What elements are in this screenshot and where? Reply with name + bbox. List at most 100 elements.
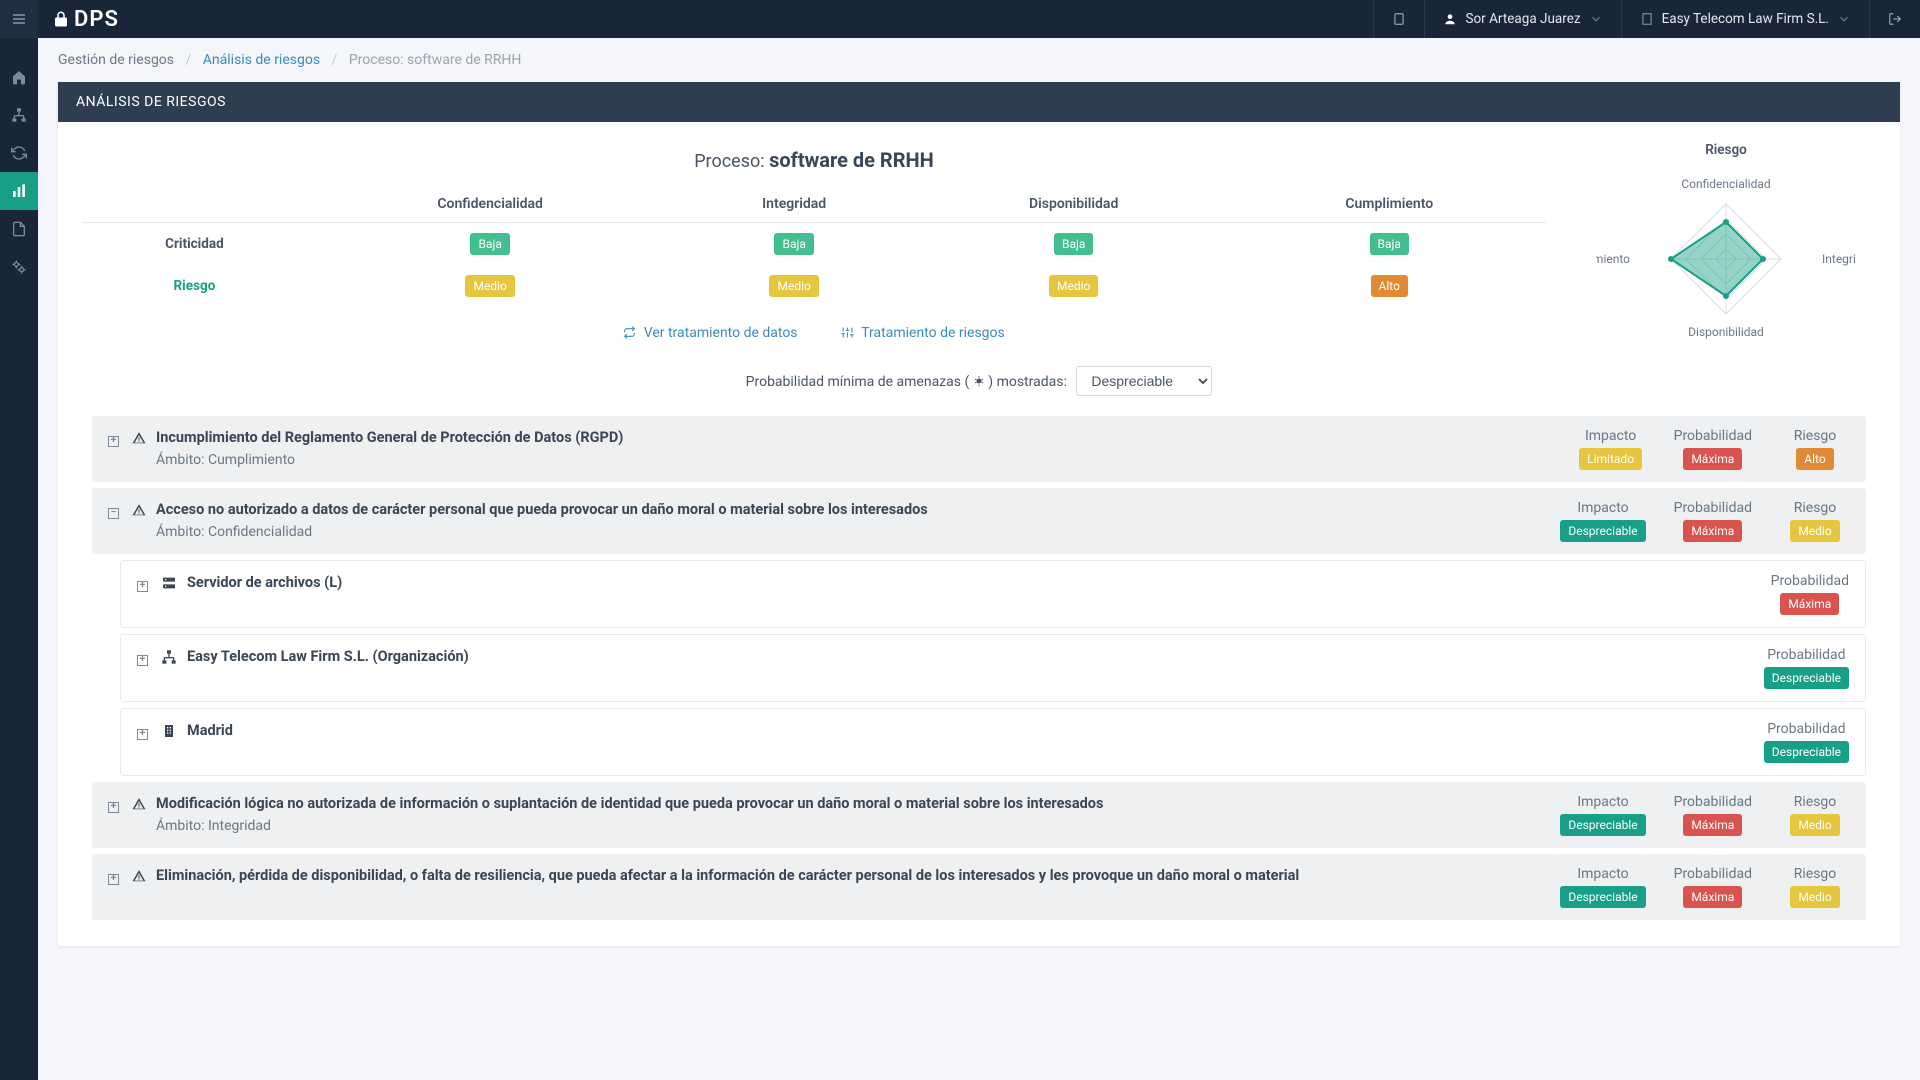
threat-child-row: + Madrid ProbabilidadDespreciable bbox=[120, 708, 1866, 776]
link-treatment-risk[interactable]: Tratamiento de riesgos bbox=[841, 325, 1005, 341]
badge: Alto bbox=[1796, 448, 1833, 470]
process-title: Proceso: software de RRHH bbox=[82, 148, 1546, 172]
expand-button[interactable]: + bbox=[137, 576, 151, 590]
logo-text: DPS bbox=[74, 7, 119, 32]
badge: Despreciable bbox=[1764, 667, 1849, 689]
topbar-action-1[interactable] bbox=[1373, 0, 1424, 38]
metric-riesgo: RiesgoMedio bbox=[1780, 500, 1850, 542]
metric-impacto: ImpactoDespreciable bbox=[1560, 866, 1645, 908]
probability-filter: Probabilidad mínima de amenazas ( ) most… bbox=[82, 366, 1876, 396]
radar-svg: Confidencialidad Integridad Disponibilid… bbox=[1596, 164, 1856, 344]
warning-icon bbox=[132, 797, 146, 811]
sidebar-item-home[interactable] bbox=[0, 58, 38, 96]
badge: Máxima bbox=[1683, 520, 1742, 542]
chart-bar-icon bbox=[11, 183, 27, 199]
radar-axis-left: Cumplimiento bbox=[1596, 252, 1630, 266]
child-title: Servidor de archivos (L) bbox=[187, 573, 1761, 593]
metric-probabilidad: ProbabilidadMáxima bbox=[1674, 794, 1752, 836]
radar-chart: Riesgo bbox=[1576, 142, 1876, 348]
col-disponibilidad: Disponibilidad bbox=[915, 186, 1233, 223]
expand-button[interactable]: − bbox=[108, 503, 122, 517]
threat-child-row: + Easy Telecom Law Firm S.L. (Organizació… bbox=[120, 634, 1866, 702]
sidebar-item-analytics[interactable] bbox=[0, 172, 38, 210]
sidebar-item-document[interactable] bbox=[0, 210, 38, 248]
badge: Baja bbox=[1054, 233, 1093, 255]
radar-title: Riesgo bbox=[1576, 142, 1876, 158]
col-cumplimiento: Cumplimiento bbox=[1233, 186, 1546, 223]
panel-title: ANÁLISIS DE RIESGOS bbox=[58, 82, 1900, 122]
expand-button[interactable]: + bbox=[108, 797, 122, 811]
badge: Medio bbox=[1049, 275, 1098, 297]
child-title: Madrid bbox=[187, 721, 1754, 741]
file-icon bbox=[11, 221, 27, 237]
badge: Alto bbox=[1371, 275, 1408, 297]
probability-select[interactable]: Despreciable bbox=[1076, 366, 1212, 396]
table-row-criticidad: Criticidad Baja Baja Baja Baja bbox=[82, 223, 1546, 266]
sidebar-item-hierarchy[interactable] bbox=[0, 96, 38, 134]
threat-title: Incumplimiento del Reglamento General de… bbox=[156, 428, 1566, 448]
metric-impacto: ImpactoLimitado bbox=[1576, 428, 1646, 470]
row-label-criticidad: Criticidad bbox=[82, 223, 307, 266]
threat-title: Eliminación, pérdida de disponibilidad, … bbox=[156, 866, 1550, 886]
threat-scope: Ámbito: Confidencialidad bbox=[156, 524, 1550, 540]
menu-toggle-button[interactable] bbox=[0, 0, 38, 38]
bug-icon bbox=[973, 375, 985, 387]
sitemap-icon bbox=[161, 649, 177, 665]
logout-button[interactable] bbox=[1869, 0, 1920, 38]
badge: Despreciable bbox=[1560, 814, 1645, 836]
sidebar bbox=[0, 38, 38, 1080]
metric-riesgo: RiesgoAlto bbox=[1780, 428, 1850, 470]
metric-probabilidad: ProbabilidadDespreciable bbox=[1764, 721, 1849, 763]
expand-button[interactable]: + bbox=[108, 431, 122, 445]
user-icon bbox=[1443, 12, 1457, 26]
home-icon bbox=[11, 69, 27, 85]
threat-row: − Acceso no autorizado a datos de carácte… bbox=[92, 488, 1866, 554]
threat-scope: Ámbito: Integridad bbox=[156, 818, 1550, 834]
user-menu[interactable]: Sor Arteaga Juarez bbox=[1424, 0, 1620, 38]
col-confidencialidad: Confidencialidad bbox=[307, 186, 674, 223]
link-treatment-data[interactable]: Ver tratamiento de datos bbox=[623, 325, 801, 341]
badge: Despreciable bbox=[1764, 741, 1849, 763]
badge: Despreciable bbox=[1560, 520, 1645, 542]
logout-icon bbox=[1888, 12, 1902, 26]
threat-row: + Eliminación, pérdida de disponibilidad,… bbox=[92, 854, 1866, 920]
badge: Medio bbox=[769, 275, 818, 297]
warning-icon bbox=[132, 869, 146, 883]
sidebar-item-recycle[interactable] bbox=[0, 134, 38, 172]
building-icon bbox=[161, 723, 177, 739]
expand-button[interactable]: + bbox=[108, 869, 122, 883]
breadcrumb-link[interactable]: Análisis de riesgos bbox=[203, 52, 320, 68]
metric-probabilidad: ProbabilidadMáxima bbox=[1771, 573, 1849, 615]
gears-icon bbox=[11, 259, 27, 275]
child-title: Easy Telecom Law Firm S.L. (Organización… bbox=[187, 647, 1754, 667]
risk-panel: ANÁLISIS DE RIESGOS Proceso: software de… bbox=[58, 82, 1900, 946]
sitemap-icon bbox=[11, 107, 27, 123]
badge: Baja bbox=[470, 233, 509, 255]
badge: Medio bbox=[1790, 814, 1839, 836]
recycle-icon bbox=[11, 145, 27, 161]
expand-button[interactable]: + bbox=[137, 650, 151, 664]
app-logo[interactable]: DPS bbox=[52, 7, 119, 32]
badge: Medio bbox=[465, 275, 514, 297]
badge: Baja bbox=[1370, 233, 1409, 255]
radar-axis-top: Confidencialidad bbox=[1681, 177, 1770, 191]
risk-summary-table: Confidencialidad Integridad Disponibilid… bbox=[82, 186, 1546, 307]
sliders-icon bbox=[841, 326, 854, 339]
main-content: Gestión de riesgos / Análisis de riesgos… bbox=[38, 38, 1920, 1080]
expand-button[interactable]: + bbox=[137, 724, 151, 738]
metric-probabilidad: ProbabilidadDespreciable bbox=[1764, 647, 1849, 689]
badge: Máxima bbox=[1683, 448, 1742, 470]
col-integridad: Integridad bbox=[673, 186, 914, 223]
chevron-down-icon bbox=[1589, 12, 1603, 26]
warning-icon bbox=[132, 431, 146, 445]
threat-title: Modificación lógica no autorizada de inf… bbox=[156, 794, 1550, 814]
metric-riesgo: RiesgoMedio bbox=[1780, 794, 1850, 836]
sidebar-item-settings[interactable] bbox=[0, 248, 38, 286]
metric-impacto: ImpactoDespreciable bbox=[1560, 500, 1645, 542]
org-menu[interactable]: Easy Telecom Law Firm S.L. bbox=[1621, 0, 1869, 38]
threat-title: Acceso no autorizado a datos de carácter… bbox=[156, 500, 1550, 520]
threat-scope: Ámbito: Cumplimiento bbox=[156, 452, 1566, 468]
row-label-riesgo[interactable]: Riesgo bbox=[82, 265, 307, 307]
breadcrumb: Gestión de riesgos / Análisis de riesgos… bbox=[38, 38, 1920, 82]
threat-row: + Incumplimiento del Reglamento General d… bbox=[92, 416, 1866, 482]
